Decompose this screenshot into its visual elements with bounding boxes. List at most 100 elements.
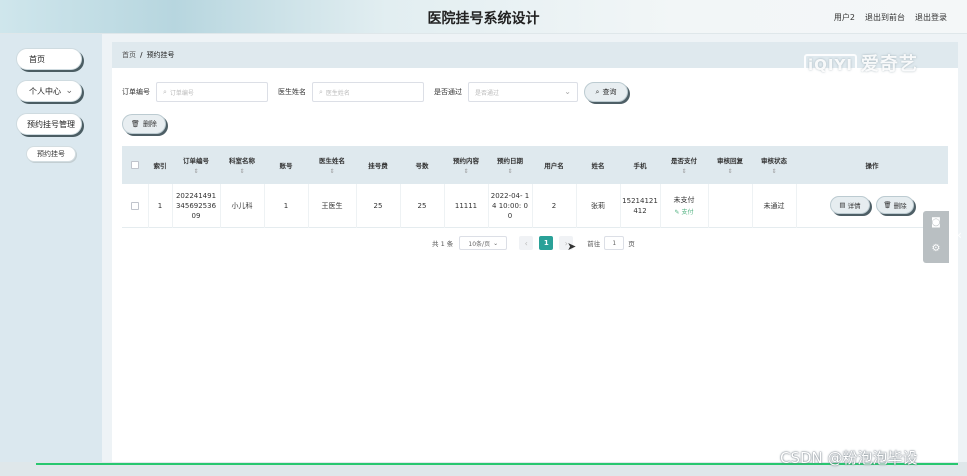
cell-content: 11111 [454,202,478,210]
header-label: 预约日期 [497,157,523,165]
sidebar-item-label: 个人中心 [29,86,61,96]
pass-select[interactable]: 是否通过 ⌄ [468,82,578,102]
page-number-current[interactable]: 1 [539,236,554,250]
logout-link[interactable]: 退出登录 [915,12,947,23]
order-filter-label: 订单编号 [122,88,150,96]
mouse-cursor-icon: ➤ [567,240,577,253]
sort-icon[interactable]: ⇕ [681,168,686,175]
col-username[interactable]: 用户名 [532,146,576,184]
sort-icon[interactable]: ⇕ [771,168,776,175]
col-date[interactable]: 预约日期 ⇕ [488,146,532,184]
csdn-watermark: CSDN @粉泡泡毕设 [780,449,918,467]
col-name[interactable]: 姓名 [576,146,620,184]
chevron-down-icon: ⌄ [493,239,499,247]
cell-order-no: 202241491 345692536 09 [175,192,217,220]
sort-icon[interactable]: ⇕ [239,168,244,175]
header-label: 订单编号 [183,157,209,165]
col-number[interactable]: 号数 [400,146,444,184]
col-account[interactable]: 账号 [264,146,308,184]
header-label: 挂号费 [368,162,388,170]
watermark-brand: 爱奇艺 [860,54,918,75]
table-row: 1 202241491 345692536 09 小儿科 1 王医生 25 25… [122,184,948,228]
doctor-input-placeholder: 医生姓名 [325,89,350,97]
chevron-left-icon: ‹ [524,238,528,248]
cell-fee: 25 [373,202,383,210]
col-reply[interactable]: 审核回复 ⇕ [708,146,752,184]
row-checkbox[interactable] [131,202,139,210]
select-all-checkbox[interactable] [131,161,139,169]
col-order-no[interactable]: 订单编号 ⇕ [172,146,220,184]
select-all-cell [122,146,148,184]
pass-filter-label: 是否通过 [434,88,462,96]
col-paid[interactable]: 是否支付 ⇕ [660,146,708,184]
batch-delete-button[interactable]: 🗑 删除 [122,114,166,134]
pay-link-label: 支付 [681,208,694,216]
header-label: 审核回复 [717,157,743,165]
sidebar-subitem-booking[interactable]: 预约挂号 [26,146,76,162]
top-header: 医院挂号系统设计 用户2 退出到前台 退出登录 [0,0,967,34]
header-label: 审核状态 [761,157,787,165]
pay-link[interactable]: ✎ 支付 [675,208,694,218]
cell-status: 未通过 [763,202,785,210]
goto-label: 前往 [587,240,601,248]
current-user: 用户2 [833,13,855,22]
pass-select-placeholder: 是否通过 [475,89,500,97]
pass-filter: 是否通过 是否通过 ⌄ [434,82,578,102]
page-size-value: 10条/页 [468,240,491,248]
page-number-label: 1 [543,239,549,247]
prev-page-button[interactable]: ‹ [519,236,534,250]
settings-icon[interactable]: ⚙ [930,243,942,255]
goto-page-value: 1 [612,239,617,247]
page-size-select[interactable]: 10条/页 ⌄ [459,236,508,250]
chevron-down-icon: ⌄ [564,87,571,96]
col-content[interactable]: 预约内容 ⇕ [444,146,488,184]
cell-phone: 15214121 412 [622,197,658,215]
system-title: 医院挂号系统设计 [427,11,540,27]
sidebar-item-label: 预约挂号管理 [27,119,75,129]
header-label: 预约内容 [453,157,479,165]
col-phone[interactable]: 手机 [620,146,660,184]
sidebar-item-home[interactable]: 首页 [16,48,82,70]
order-input-placeholder: 订单编号 [169,89,194,97]
sort-icon[interactable]: ⇕ [727,168,732,175]
header-label: 医生姓名 [319,157,345,165]
breadcrumb-current: 预约挂号 [146,51,175,59]
chevron-left-icon[interactable]: ‹ [952,228,967,246]
back-to-front-link[interactable]: 退出到前台 [865,12,905,23]
watermark-box-text: iQIYI [804,54,857,76]
row-delete-button[interactable]: 🗑 删除 [876,196,914,214]
sidebar-item-booking-manage[interactable]: 预约挂号管理 [16,113,82,135]
detail-button[interactable]: ▤ 详情 [830,196,870,214]
doctor-filter: 医生姓名 ⌕ 医生姓名 [278,82,424,102]
header-label: 操作 [865,162,879,170]
sort-icon[interactable]: ⇕ [507,168,512,175]
total-count: 共 1 条 [432,240,454,248]
sidebar-item-personal-center[interactable]: 个人中心 ⌄ [16,80,82,102]
order-number-input[interactable]: ⌕ 订单编号 [156,82,268,102]
query-button[interactable]: ⌕ 查询 [584,82,628,102]
goto-page-input[interactable]: 1 [604,236,625,250]
sort-icon[interactable]: ⇕ [463,168,468,175]
sidebar-item-label: 预约挂号 [37,150,65,158]
sort-icon[interactable]: ⇕ [193,168,198,175]
cell-department: 小儿科 [231,202,253,210]
search-icon: ⌕ [595,87,600,96]
trash-icon: 🗑 [883,201,892,209]
col-fee[interactable]: 挂号费 [356,146,400,184]
breadcrumb-home[interactable]: 首页 [122,50,136,60]
col-doctor[interactable]: 医生姓名 ⇕ [308,146,356,184]
paid-status: 未支付 [673,195,695,204]
delete-button-label: 删除 [893,202,907,210]
cell-index: 1 [157,202,163,210]
camera-icon[interactable]: ◙ [930,217,942,229]
page-unit-label: 页 [628,240,635,248]
col-department[interactable]: 科室名称 ⇕ [220,146,264,184]
chevron-down-icon: ⌄ [65,86,73,96]
cell-doctor: 王医生 [321,202,343,210]
doctor-name-input[interactable]: ⌕ 医生姓名 [312,82,424,102]
col-status[interactable]: 审核状态 ⇕ [752,146,796,184]
sort-icon[interactable]: ⇕ [329,168,334,175]
search-icon: ⌕ [163,87,167,96]
breadcrumb-separator: / [140,51,143,59]
doctor-filter-label: 医生姓名 [278,88,306,96]
